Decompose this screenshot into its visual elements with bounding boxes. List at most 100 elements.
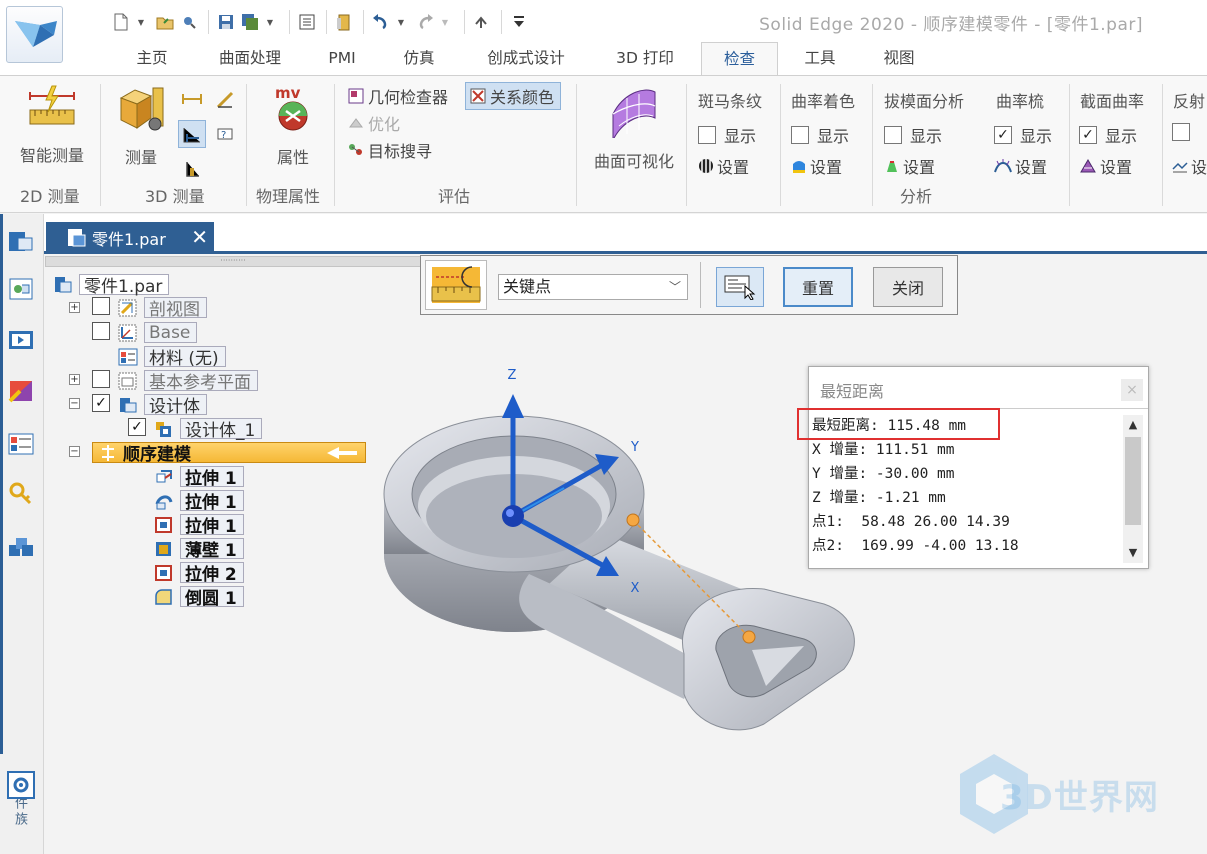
print-preview-icon[interactable] <box>178 11 200 33</box>
tab-home[interactable]: 主页 <box>120 42 184 76</box>
draft-face-show-toggle[interactable]: 显示 <box>884 123 942 147</box>
curvature-comb-show-toggle[interactable]: ✓ 显示 <box>994 123 1052 147</box>
reset-button[interactable]: 重置 <box>783 267 853 307</box>
new-file-dropdown-icon[interactable]: ▼ <box>134 11 148 33</box>
draft-face-icon <box>887 161 897 172</box>
relation-colors-label: 关系颜色 <box>490 88 555 107</box>
zebra-stripes-settings-button[interactable]: 设置 <box>698 154 749 178</box>
tab-view[interactable]: 视图 <box>866 42 932 76</box>
properties-table-tab-icon[interactable] <box>6 429 36 459</box>
pathfinder-tab-icon[interactable] <box>6 226 36 256</box>
select-mode-dropdown[interactable]: 关键点 ﹀ <box>498 274 688 300</box>
draft-face-settings-label: 设置 <box>903 158 936 177</box>
curvature-shading-settings-label: 设置 <box>810 158 843 177</box>
optimize-label: 优化 <box>368 115 401 134</box>
geometry-inspector-button[interactable]: 几何检查器 <box>347 84 448 108</box>
draft-face-show-label: 显示 <box>910 127 943 146</box>
target-search-button[interactable]: 目标搜寻 <box>347 138 432 162</box>
dialog-close-icon[interactable]: × <box>1121 379 1143 401</box>
section-curvature-show-label: 显示 <box>1105 127 1138 146</box>
point-2-marker[interactable] <box>742 630 756 644</box>
point-1-marker[interactable] <box>626 513 640 527</box>
copy-results-button[interactable] <box>716 267 764 307</box>
save-dropdown-icon[interactable]: ▼ <box>263 11 277 33</box>
curvature-shading-show-toggle[interactable]: 显示 <box>791 123 849 147</box>
physical-properties-button[interactable]: mv 属性 <box>262 84 324 168</box>
open-file-icon[interactable] <box>154 11 176 33</box>
measure-distance-icon[interactable] <box>181 88 203 110</box>
measure-angle-icon[interactable] <box>214 88 236 110</box>
surface-visualization-button[interactable]: 曲面可视化 <box>588 84 680 172</box>
group-separator <box>872 84 873 206</box>
tab-surfacing[interactable]: 曲面处理 <box>200 42 300 76</box>
optimize-icon <box>347 114 365 132</box>
tab-3d-print[interactable]: 3D 打印 <box>600 42 690 76</box>
new-file-icon[interactable] <box>110 11 132 33</box>
section-curvature-settings-button[interactable]: 设置 <box>1079 154 1132 178</box>
application-button[interactable] <box>6 6 63 63</box>
reflection-checkbox[interactable] <box>1172 123 1190 141</box>
section-curvature-checkbox[interactable]: ✓ <box>1079 126 1097 144</box>
geometry-inspector-label: 几何检查器 <box>368 88 449 107</box>
scroll-thumb[interactable] <box>1125 437 1141 525</box>
zebra-stripes-show-toggle[interactable]: 显示 <box>698 123 756 147</box>
animation-tab-icon[interactable] <box>6 325 36 355</box>
layers-tab-icon[interactable] <box>6 274 36 304</box>
scroll-down-icon[interactable]: ▼ <box>1123 543 1143 563</box>
repeat-command-icon[interactable] <box>471 11 493 33</box>
save-icon[interactable] <box>215 11 237 33</box>
command-bar-measure-icon[interactable] <box>425 260 487 310</box>
settings-tab-icon[interactable] <box>6 770 36 800</box>
minimum-distance-icon[interactable] <box>178 120 206 148</box>
clipboard-icon[interactable] <box>333 11 355 33</box>
key-tab-icon[interactable] <box>6 479 36 509</box>
save-all-icon[interactable] <box>239 11 261 33</box>
customize-qat-icon[interactable] <box>508 11 530 33</box>
section-curvature-settings-label: 设置 <box>1100 158 1133 177</box>
properties-list-icon[interactable] <box>296 11 318 33</box>
triad-z-label: Z <box>508 368 517 383</box>
reflection-settings-button[interactable]: 设 <box>1172 154 1207 178</box>
undo-dropdown-icon[interactable]: ▼ <box>394 11 408 33</box>
curvature-comb-settings-button[interactable]: 设置 <box>994 154 1047 178</box>
document-tab-close-icon[interactable]: ✕ <box>191 225 208 249</box>
document-tab[interactable]: 零件1.par ✕ <box>46 222 214 254</box>
dropdown-chevron-icon: ﹀ <box>668 280 681 294</box>
tab-inspect[interactable]: 检查 <box>701 42 778 76</box>
zebra-stripes-checkbox[interactable] <box>698 126 716 144</box>
part-family-tab-icon[interactable] <box>6 532 36 562</box>
group-label-physical: 物理属性 <box>256 187 321 206</box>
measure-inquire-icon[interactable]: ? <box>214 124 236 146</box>
physical-properties-label: 属性 <box>276 148 309 167</box>
color-palette-tab-icon[interactable] <box>6 376 36 406</box>
group-separator <box>334 84 335 206</box>
minimum-distance-dialog: 最短距离 × 最短距离: 115.48 mm X 增量: 111.51 mm Y… <box>808 366 1149 569</box>
measure-normal-icon[interactable] <box>181 158 203 180</box>
curvature-shading-settings-button[interactable]: 设置 <box>791 154 842 178</box>
group-separator <box>1162 84 1163 206</box>
smart-measure-button[interactable]: 智能测量 <box>12 84 92 166</box>
result-line-point2: 点2: 169.99 -4.00 13.18 <box>812 538 1019 554</box>
tab-pmi[interactable]: PMI <box>314 42 370 76</box>
tab-generative-design[interactable]: 创成式设计 <box>466 42 586 76</box>
close-button[interactable]: 关闭 <box>873 267 943 307</box>
curvature-comb-checkbox[interactable]: ✓ <box>994 126 1012 144</box>
document-tab-label: 零件1.par <box>92 230 166 249</box>
tab-simulation[interactable]: 仿真 <box>384 42 454 76</box>
relation-colors-button[interactable]: 关系颜色 <box>465 82 562 110</box>
draft-face-settings-button[interactable]: 设置 <box>884 154 935 178</box>
group-label-analysis: 分析 <box>900 187 933 206</box>
scroll-up-icon[interactable]: ▲ <box>1123 415 1143 435</box>
reflection-show-toggle[interactable] <box>1172 123 1198 141</box>
dialog-title: 最短距离 <box>809 367 1148 409</box>
measure-button[interactable]: 测量 <box>112 84 170 168</box>
draft-face-checkbox[interactable] <box>884 126 902 144</box>
solid-edge-logo-icon <box>15 21 57 47</box>
dialog-scrollbar[interactable]: ▲ ▼ <box>1123 415 1143 563</box>
tab-tools[interactable]: 工具 <box>790 42 850 76</box>
curvature-shading-checkbox[interactable] <box>791 126 809 144</box>
undo-icon[interactable] <box>370 11 392 33</box>
section-curvature-show-toggle[interactable]: ✓ 显示 <box>1079 123 1137 147</box>
group-separator <box>100 84 101 206</box>
group-separator <box>780 84 781 206</box>
